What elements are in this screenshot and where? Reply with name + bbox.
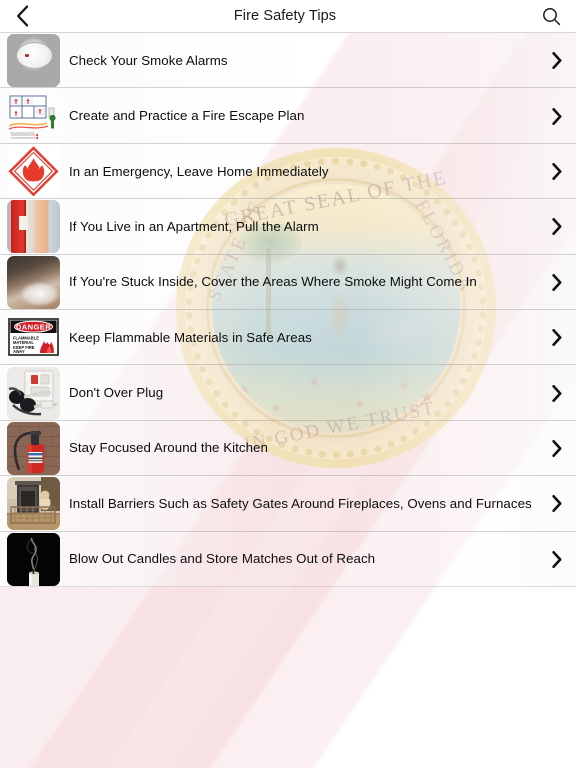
list-item[interactable]: If You Live in an Apartment, Pull the Al…: [0, 199, 576, 255]
svg-text:DANGER: DANGER: [16, 323, 51, 332]
fireplace-gate-icon: [7, 477, 60, 531]
page-title: Fire Safety Tips: [233, 8, 337, 24]
list-item[interactable]: Stay Focused Around the Kitchen: [0, 420, 576, 477]
blown-out-candle: [7, 532, 60, 586]
list-item-thumbnail: [7, 89, 60, 143]
chevron-right-icon: [552, 495, 562, 513]
search-icon: [542, 7, 560, 25]
chevron-right-icon: [552, 52, 562, 70]
chevron-left-icon: [16, 5, 28, 27]
chevron-right-icon: [552, 107, 562, 125]
list-item-thumbnail: [7, 255, 60, 309]
search-button[interactable]: [526, 0, 576, 33]
fireplace-with-safety-gate: [7, 477, 60, 531]
disclosure-chevron[interactable]: [552, 439, 562, 457]
fire-extinguisher-icon: [7, 421, 60, 475]
disclosure-chevron[interactable]: [552, 218, 562, 236]
pull-station-icon: [7, 200, 60, 254]
list-item[interactable]: Blow Out Candles and Store Matches Out o…: [0, 531, 576, 588]
flame-diamond-icon: [7, 144, 60, 198]
overloaded-outlet-icon: [7, 366, 60, 420]
list-item-label: Install Barriers Such as Safety Gates Ar…: [69, 495, 532, 511]
list-item-thumbnail: [7, 532, 60, 586]
list-item-thumbnail: [7, 477, 60, 531]
list-item[interactable]: Create and Practice a Fire Escape Plan: [0, 88, 576, 145]
list-item-thumbnail: [7, 144, 60, 198]
list-item-label: Create and Practice a Fire Escape Plan: [69, 108, 305, 124]
list-item-label: If You're Stuck Inside, Cover the Areas …: [69, 274, 477, 290]
list-item[interactable]: If You're Stuck Inside, Cover the Areas …: [0, 254, 576, 311]
disclosure-chevron[interactable]: [552, 107, 562, 125]
disclosure-chevron[interactable]: [552, 550, 562, 568]
navigation-bar: Fire Safety Tips: [0, 0, 576, 33]
list-item-label: Don't Over Plug: [69, 385, 164, 401]
smoke-blocking-icon: [7, 255, 60, 309]
back-button[interactable]: [0, 0, 44, 33]
list-item[interactable]: In an Emergency, Leave Home Immediately: [0, 143, 576, 200]
list-item-thumbnail: DANGER FLAMMABLE MATERIAL KEEP FIRE AWAY: [7, 311, 60, 365]
disclosure-chevron[interactable]: [552, 384, 562, 402]
chevron-right-icon: [552, 329, 562, 347]
app-screen: GREAT SEAL OF THE STATE OF FLORIDA IN GO…: [0, 0, 576, 768]
danger-flammable-sign: DANGER FLAMMABLE MATERIAL KEEP FIRE AWAY: [7, 311, 60, 365]
disclosure-chevron[interactable]: [552, 329, 562, 347]
list-item[interactable]: Don't Over Plug: [0, 365, 576, 422]
extinguisher-on-brick: [7, 421, 60, 475]
list-item-thumbnail: [7, 200, 60, 254]
list-item-label: Check Your Smoke Alarms: [69, 52, 228, 68]
list-item-label: Stay Focused Around the Kitchen: [69, 440, 268, 456]
list-item[interactable]: DANGER FLAMMABLE MATERIAL KEEP FIRE AWAY…: [0, 309, 576, 366]
disclosure-chevron[interactable]: [552, 162, 562, 180]
list-item[interactable]: Install Barriers Such as Safety Gates Ar…: [0, 476, 576, 532]
chevron-right-icon: [552, 273, 562, 291]
outlet-with-plugs: [7, 366, 60, 420]
flammable-hazard-icon: [7, 144, 60, 198]
disclosure-chevron[interactable]: [552, 52, 562, 70]
list-item-thumbnail: [7, 421, 60, 475]
floorplan-diagram: [7, 89, 60, 143]
smoke-alarm-icon: [7, 34, 60, 88]
chevron-right-icon: [552, 384, 562, 402]
chevron-right-icon: [552, 162, 562, 180]
list-item-label: Keep Flammable Materials in Safe Areas: [69, 329, 312, 345]
list-item-label: If You Live in an Apartment, Pull the Al…: [69, 218, 319, 234]
list-item-label: Blow Out Candles and Store Matches Out o…: [69, 551, 376, 567]
chevron-right-icon: [552, 550, 562, 568]
svg-text:AWAY: AWAY: [13, 349, 25, 354]
fire-safety-tips-list: Check Your Smoke Alarms Create and Pract…: [0, 33, 576, 588]
disclosure-chevron[interactable]: [552, 273, 562, 291]
disclosure-chevron[interactable]: [552, 495, 562, 513]
list-item[interactable]: Check Your Smoke Alarms: [0, 33, 576, 89]
list-item-thumbnail: [7, 366, 60, 420]
list-item-label: In an Emergency, Leave Home Immediately: [69, 163, 329, 179]
danger-sign-icon: DANGER FLAMMABLE MATERIAL KEEP FIRE AWAY: [7, 311, 60, 365]
candle-icon: [7, 532, 60, 586]
fire-escape-plan-icon: [7, 89, 60, 143]
chevron-right-icon: [552, 439, 562, 457]
chevron-right-icon: [552, 218, 562, 236]
list-item-thumbnail: [7, 34, 60, 88]
